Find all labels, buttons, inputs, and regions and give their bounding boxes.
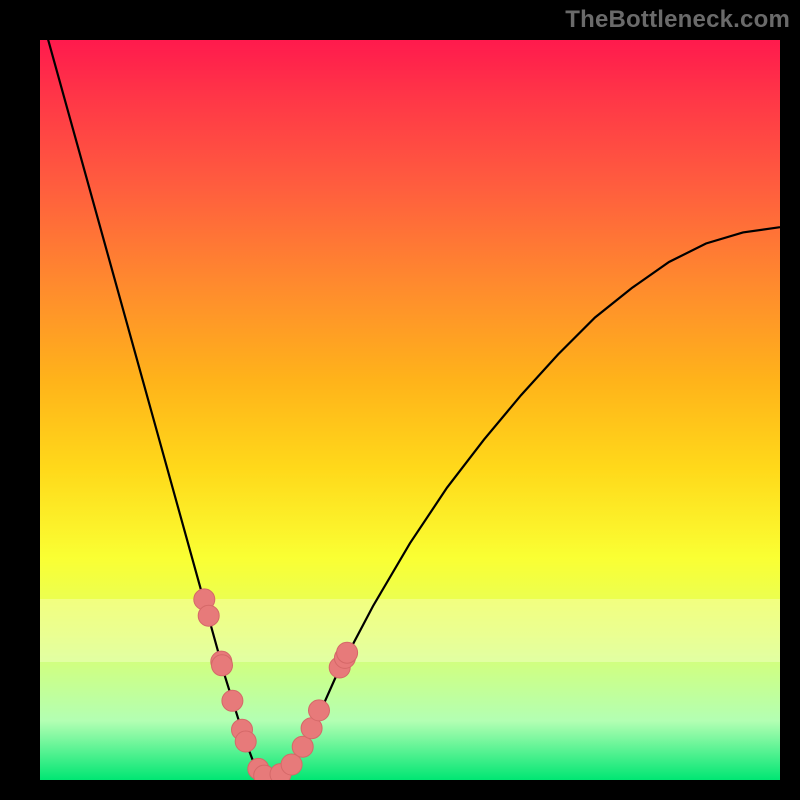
highlight-dot [292,736,313,757]
highlight-dot [222,690,243,711]
highlight-dot [337,642,358,663]
highlight-dot [235,731,256,752]
curve-layer [40,40,780,780]
watermark-text: TheBottleneck.com [565,6,790,34]
bottleneck-curve [40,40,780,776]
highlight-dot [198,605,219,626]
highlight-dot [309,700,330,721]
highlight-dot [281,754,302,775]
highlight-dot [212,655,233,676]
chart-frame: TheBottleneck.com [0,0,800,800]
plot-area [40,40,780,780]
